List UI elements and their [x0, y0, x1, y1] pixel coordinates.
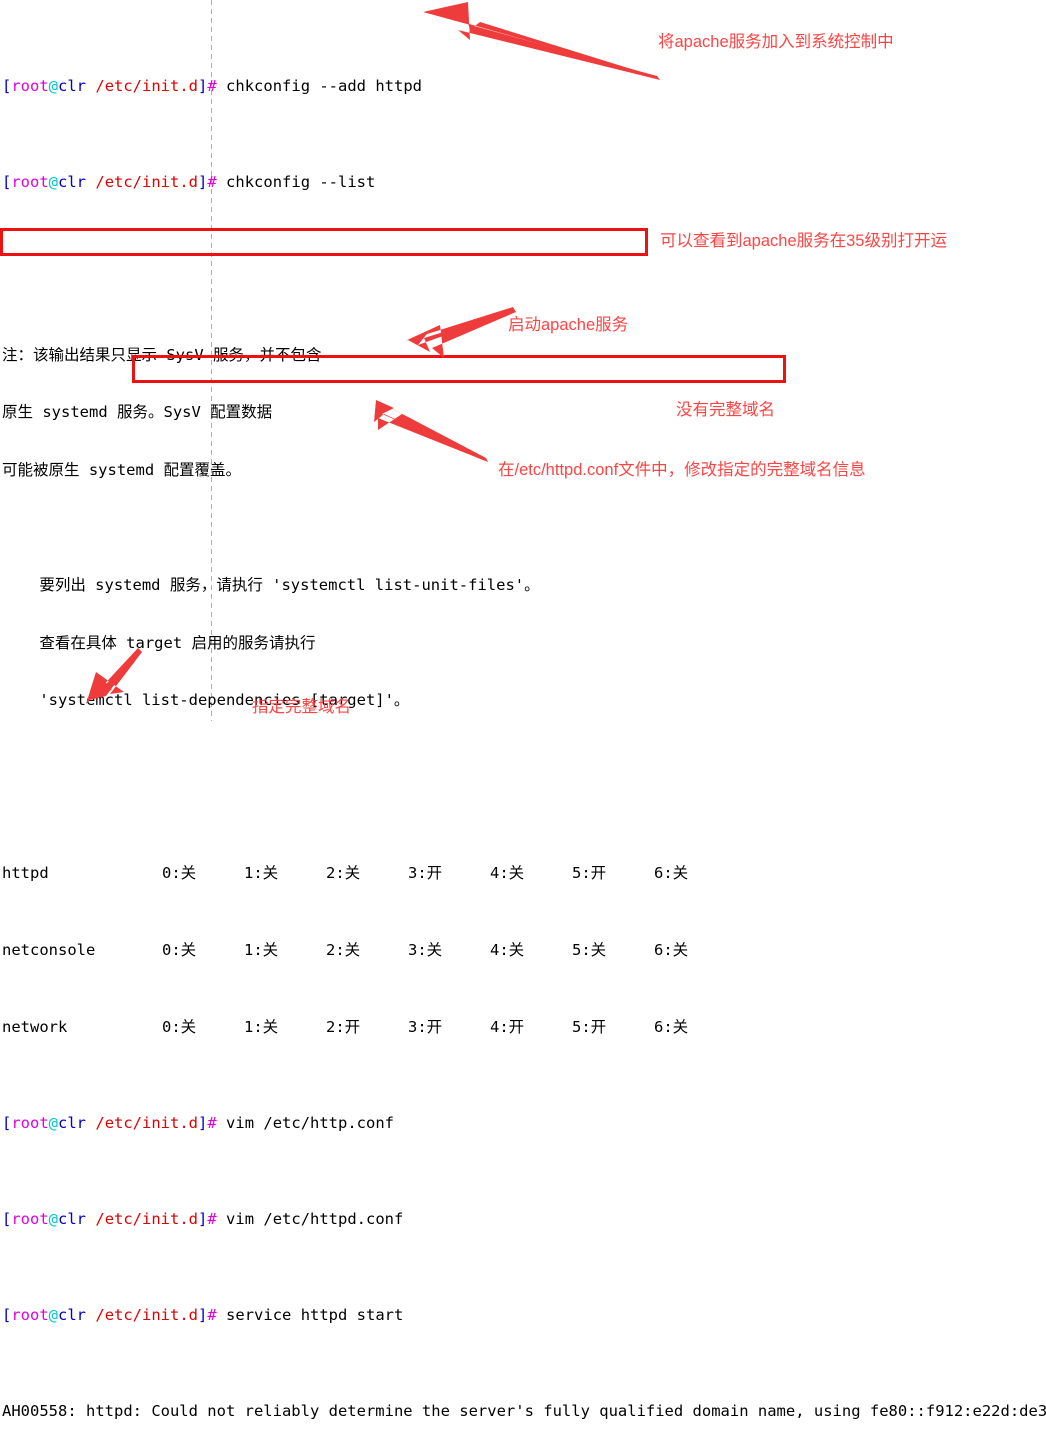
prompt-bracket-close: ] [198, 1113, 208, 1132]
prompt-bracket-open: [ [2, 172, 12, 191]
highlight-box-error-message [132, 355, 786, 383]
runlevel-1: 1:关 [244, 863, 279, 882]
error-suffix: using fe80::f912:e22d:de38: [804, 1401, 1046, 1420]
error-prefix: AH00558: httpd: [2, 1401, 152, 1420]
service-name: netconsole [2, 940, 96, 959]
prompt-bracket-open: [ [2, 76, 12, 95]
terminal-line-prompt-chkconfig-list: [root@clr /etc/init.d]# chkconfig --list [0, 173, 1046, 192]
prompt-path: /etc/init.d [95, 172, 199, 191]
command-service-httpd-start: service httpd start [216, 1305, 404, 1324]
runlevel-1: 1:关 [244, 1017, 279, 1036]
terminal-line-prompt-service-start: [root@clr /etc/init.d]# service httpd st… [0, 1306, 1046, 1325]
notice-line-5: 查看在具体 target 启用的服务请执行 [2, 633, 316, 652]
prompt-user: root [11, 1113, 49, 1132]
prompt-at: @ [48, 1305, 59, 1324]
runlevel-1: 1:关 [244, 940, 279, 959]
runlevel-4: 4:关 [490, 863, 525, 882]
prompt-path: /etc/init.d [95, 1209, 199, 1228]
prompt-hash: # [207, 76, 217, 95]
anno-chkconfig-add: 将apache服务加入到系统控制中 [658, 33, 894, 51]
command-vim-http: vim /etc/http.conf [216, 1113, 395, 1132]
prompt-hash: # [207, 1305, 217, 1324]
terminal-line-prompt-vim-http: [root@clr /etc/init.d]# vim /etc/http.co… [0, 1114, 1046, 1133]
terminal-line-prompt-vim-httpd-1: [root@clr /etc/init.d]# vim /etc/httpd.c… [0, 1210, 1046, 1229]
prompt-hash: # [207, 1113, 217, 1132]
command-chkconfig-add: chkconfig --add httpd [216, 76, 423, 95]
anno-no-fqdn: 没有完整域名 [676, 401, 775, 419]
runlevel-0: 0:关 [162, 863, 197, 882]
terminal-line-prompt-chkconfig-add: [root@clr /etc/init.d]# chkconfig --add … [0, 77, 1046, 96]
table-row: httpd 0:关 1:关 2:关 3:开 4:关 5:开 6:关 [0, 864, 1046, 883]
prompt-user: root [11, 1209, 49, 1228]
runlevel-3: 3:开 [408, 1017, 443, 1036]
runlevel-5: 5:关 [572, 940, 607, 959]
anno-set-fqdn: 指定完整域名 [252, 698, 351, 716]
runlevel-6: 6:关 [654, 940, 689, 959]
prompt-at: @ [48, 76, 59, 95]
prompt-bracket-close: ] [198, 1209, 208, 1228]
table-row: netconsole 0:关 1:关 2:关 3:关 4:关 5:关 6:关 [0, 941, 1046, 960]
notice-line-6: 'systemctl list-dependencies [target]'。 [2, 691, 410, 710]
anno-edit-conf: 在/etc/httpd.conf文件中，修改指定的完整域名信息 [498, 461, 866, 479]
prompt-bracket-close: ] [198, 1305, 208, 1324]
prompt-path: /etc/init.d [95, 1113, 199, 1132]
error-boxed-text: Could not reliably determine the server'… [151, 1401, 805, 1420]
prompt-host: clr [58, 76, 87, 95]
runlevel-5: 5:开 [572, 1017, 607, 1036]
runlevel-6: 6:关 [654, 1017, 689, 1036]
anno-runlevel: 可以查看到apache服务在35级别打开运 [660, 232, 947, 250]
notice-line-4: 要列出 systemd 服务，请执行 'systemctl list-unit-… [2, 575, 540, 594]
prompt-user: root [11, 76, 49, 95]
runlevel-6: 6:关 [654, 863, 689, 882]
prompt-at: @ [48, 172, 59, 191]
command-chkconfig-list: chkconfig --list [216, 172, 376, 191]
prompt-bracket-open: [ [2, 1209, 12, 1228]
prompt-host: clr [58, 1113, 87, 1132]
prompt-host: clr [58, 1305, 87, 1324]
prompt-path: /etc/init.d [95, 76, 199, 95]
notice-line-3 [0, 518, 1046, 537]
service-name: httpd [2, 863, 49, 882]
runlevel-4: 4:开 [490, 1017, 525, 1036]
prompt-at: @ [48, 1209, 59, 1228]
runlevel-5: 5:开 [572, 863, 607, 882]
prompt-bracket-open: [ [2, 1113, 12, 1132]
anno-start-service: 启动apache服务 [508, 316, 629, 334]
runlevel-4: 4:关 [490, 940, 525, 959]
runlevel-2: 2:关 [326, 863, 361, 882]
runlevel-2: 2:关 [326, 940, 361, 959]
prompt-bracket-open: [ [2, 1305, 12, 1324]
service-name: network [2, 1017, 68, 1036]
runlevel-0: 0:关 [162, 1017, 197, 1036]
runlevel-3: 3:关 [408, 940, 443, 959]
runlevel-2: 2:开 [326, 1017, 361, 1036]
prompt-user: root [11, 172, 49, 191]
command-vim-httpd-1: vim /etc/httpd.conf [216, 1209, 404, 1228]
highlight-box-httpd-runlevels [0, 228, 648, 256]
notice-line-1: 原生 systemd 服务。SysV 配置数据 [2, 403, 273, 422]
error-line-1: AH00558: httpd: Could not reliably deter… [0, 1402, 1046, 1421]
prompt-hash: # [207, 172, 217, 191]
table-row: network 0:关 1:关 2:开 3:开 4:开 5:开 6:关 [0, 1018, 1046, 1037]
prompt-bracket-close: ] [198, 172, 208, 191]
runlevel-3: 3:开 [408, 863, 443, 882]
prompt-host: clr [58, 172, 87, 191]
runlevel-0: 0:关 [162, 940, 197, 959]
prompt-user: root [11, 1305, 49, 1324]
prompt-at: @ [48, 1113, 59, 1132]
prompt-hash: # [207, 1209, 217, 1228]
prompt-path: /etc/init.d [95, 1305, 199, 1324]
prompt-bracket-close: ] [198, 76, 208, 95]
prompt-host: clr [58, 1209, 87, 1228]
